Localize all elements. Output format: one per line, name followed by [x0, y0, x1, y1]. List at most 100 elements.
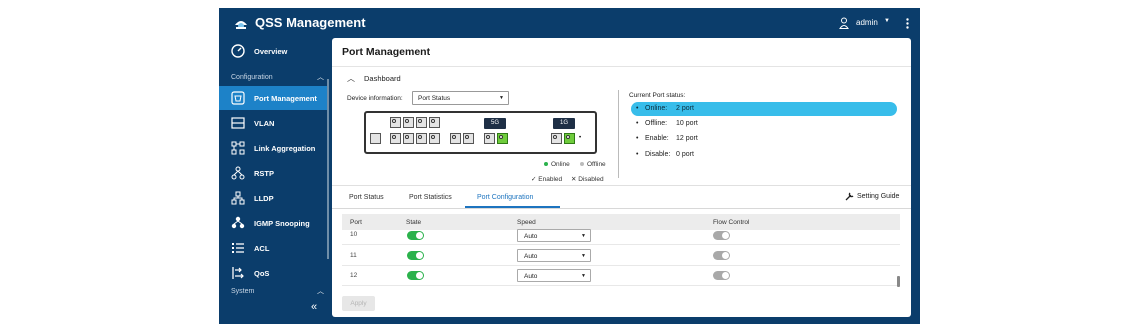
current-port-status-label: Current Port status: [629, 92, 686, 99]
flow-control-toggle[interactable] [713, 251, 730, 260]
port-number: 12 [350, 272, 358, 279]
port-8[interactable] [429, 133, 440, 144]
state-toggle[interactable] [407, 271, 424, 280]
toggle-knob [722, 252, 729, 259]
port-12-online[interactable] [497, 133, 508, 144]
sidebar-item-rstp[interactable]: RSTP [219, 161, 327, 185]
port-14-online[interactable] [564, 133, 575, 144]
toggle-knob [416, 232, 423, 239]
legend-offline: Offline [580, 161, 606, 168]
sidebar-item-qos[interactable]: QoS [219, 261, 327, 285]
tab-port-status[interactable]: Port Status [349, 194, 384, 201]
sidebar-item-igmp-snooping[interactable]: IGMP Snooping [219, 211, 327, 235]
chevron-down-icon: ▼ [499, 95, 504, 101]
port-3[interactable] [403, 117, 414, 128]
sidebar-item-port-management[interactable]: Port Management [219, 86, 327, 110]
port-2[interactable] [390, 133, 401, 144]
port-10[interactable] [463, 133, 474, 144]
tab-port-configuration[interactable]: Port Configuration [477, 194, 533, 201]
rstp-tree-icon [231, 166, 245, 180]
port-led [431, 119, 435, 123]
port-11[interactable] [484, 133, 495, 144]
user-name[interactable]: admin [856, 18, 878, 27]
sidebar-item-label: RSTP [254, 169, 275, 178]
sidebar: Overview Configuration ︿ Port Management… [219, 39, 329, 324]
bullet-icon: • [636, 135, 639, 142]
sidebar-item-overview[interactable]: Overview [219, 39, 327, 63]
table-row: 10 Auto ▼ [342, 229, 900, 245]
speed-select[interactable]: Auto ▼ [517, 249, 591, 262]
device-info-label: Device information: [347, 95, 403, 102]
divider [618, 90, 619, 178]
port-led [465, 135, 469, 139]
flow-control-toggle[interactable] [713, 271, 730, 280]
user-menu-caret-icon[interactable]: ▼ [884, 18, 890, 24]
table-row: 12 Auto ▼ [342, 266, 900, 286]
state-toggle[interactable] [407, 251, 424, 260]
port-7[interactable] [429, 117, 440, 128]
port-led [392, 135, 396, 139]
page-title: Port Management [342, 46, 431, 58]
toggle-knob [722, 232, 729, 239]
port-1[interactable] [390, 117, 401, 128]
table-row: 11 Auto ▼ [342, 246, 900, 266]
port-9[interactable] [450, 133, 461, 144]
column-header-flow-control: Flow Control [713, 219, 750, 226]
speed-select[interactable]: Auto ▼ [517, 269, 591, 282]
sidebar-item-lldp[interactable]: LLDP [219, 186, 327, 210]
collapse-sidebar-icon[interactable]: « [311, 301, 317, 313]
sidebar-scrollbar[interactable] [327, 79, 329, 259]
acl-list-icon [232, 243, 244, 253]
status-online: • Online: 2 port [631, 102, 897, 116]
device-info-select[interactable]: Port Status ▼ [412, 91, 509, 105]
sidebar-item-vlan[interactable]: VLAN [219, 111, 327, 135]
legend-online: Online [544, 161, 570, 168]
speedometer-icon [231, 44, 245, 58]
chevron-up-icon[interactable]: ︿ [347, 73, 355, 84]
console-port [370, 133, 381, 144]
status-offline: • Offline: 10 port [636, 120, 698, 127]
vlan-icon [231, 117, 245, 129]
sidebar-item-acl[interactable]: ACL [219, 236, 327, 260]
port-5[interactable] [416, 117, 427, 128]
toggle-knob [722, 272, 729, 279]
sidebar-item-label: LLDP [254, 194, 274, 203]
offline-dot-icon [580, 162, 584, 167]
table-scrollbar[interactable] [897, 276, 900, 287]
main-panel: Port Management ︿ Dashboard Device infor… [332, 38, 911, 317]
more-menu-icon[interactable] [906, 18, 909, 29]
speed-select[interactable]: Auto ▼ [517, 229, 591, 242]
dashboard-toggle[interactable]: Dashboard [364, 74, 401, 83]
status-enable: • Enable: 12 port [636, 135, 698, 142]
user-icon[interactable] [839, 17, 849, 29]
port-led [405, 119, 409, 123]
apply-button[interactable]: Apply [342, 296, 375, 311]
setting-guide-link[interactable]: Setting Guide [857, 193, 899, 200]
sidebar-item-label: IGMP Snooping [254, 219, 310, 228]
igmp-icon [231, 216, 245, 229]
port-led [431, 135, 435, 139]
tab-port-statistics[interactable]: Port Statistics [409, 194, 452, 201]
chevron-up-icon[interactable]: ︿ [317, 286, 324, 296]
port-led [418, 135, 422, 139]
state-toggle[interactable] [407, 231, 424, 240]
bullet-icon: • [636, 105, 639, 112]
table-header: Port State Speed Flow Control [342, 214, 900, 230]
port-led [392, 119, 396, 123]
chevron-up-icon[interactable]: ︿ [317, 72, 324, 82]
sidebar-item-label: VLAN [254, 119, 275, 128]
flow-control-toggle[interactable] [713, 231, 730, 240]
port-4[interactable] [403, 133, 414, 144]
sidebar-item-link-aggregation[interactable]: Link Aggregation [219, 136, 327, 160]
select-value: Port Status [418, 95, 451, 102]
chevron-down-icon: ▼ [581, 233, 586, 239]
legend-disabled: ✕ Disabled [571, 176, 604, 183]
port-6[interactable] [416, 133, 427, 144]
port-led [486, 135, 490, 139]
qos-icon [232, 267, 244, 279]
wrench-icon[interactable] [845, 191, 855, 201]
port-led [566, 135, 570, 139]
toggle-knob [416, 272, 423, 279]
bullet-icon: • [636, 120, 639, 127]
port-13[interactable] [551, 133, 562, 144]
